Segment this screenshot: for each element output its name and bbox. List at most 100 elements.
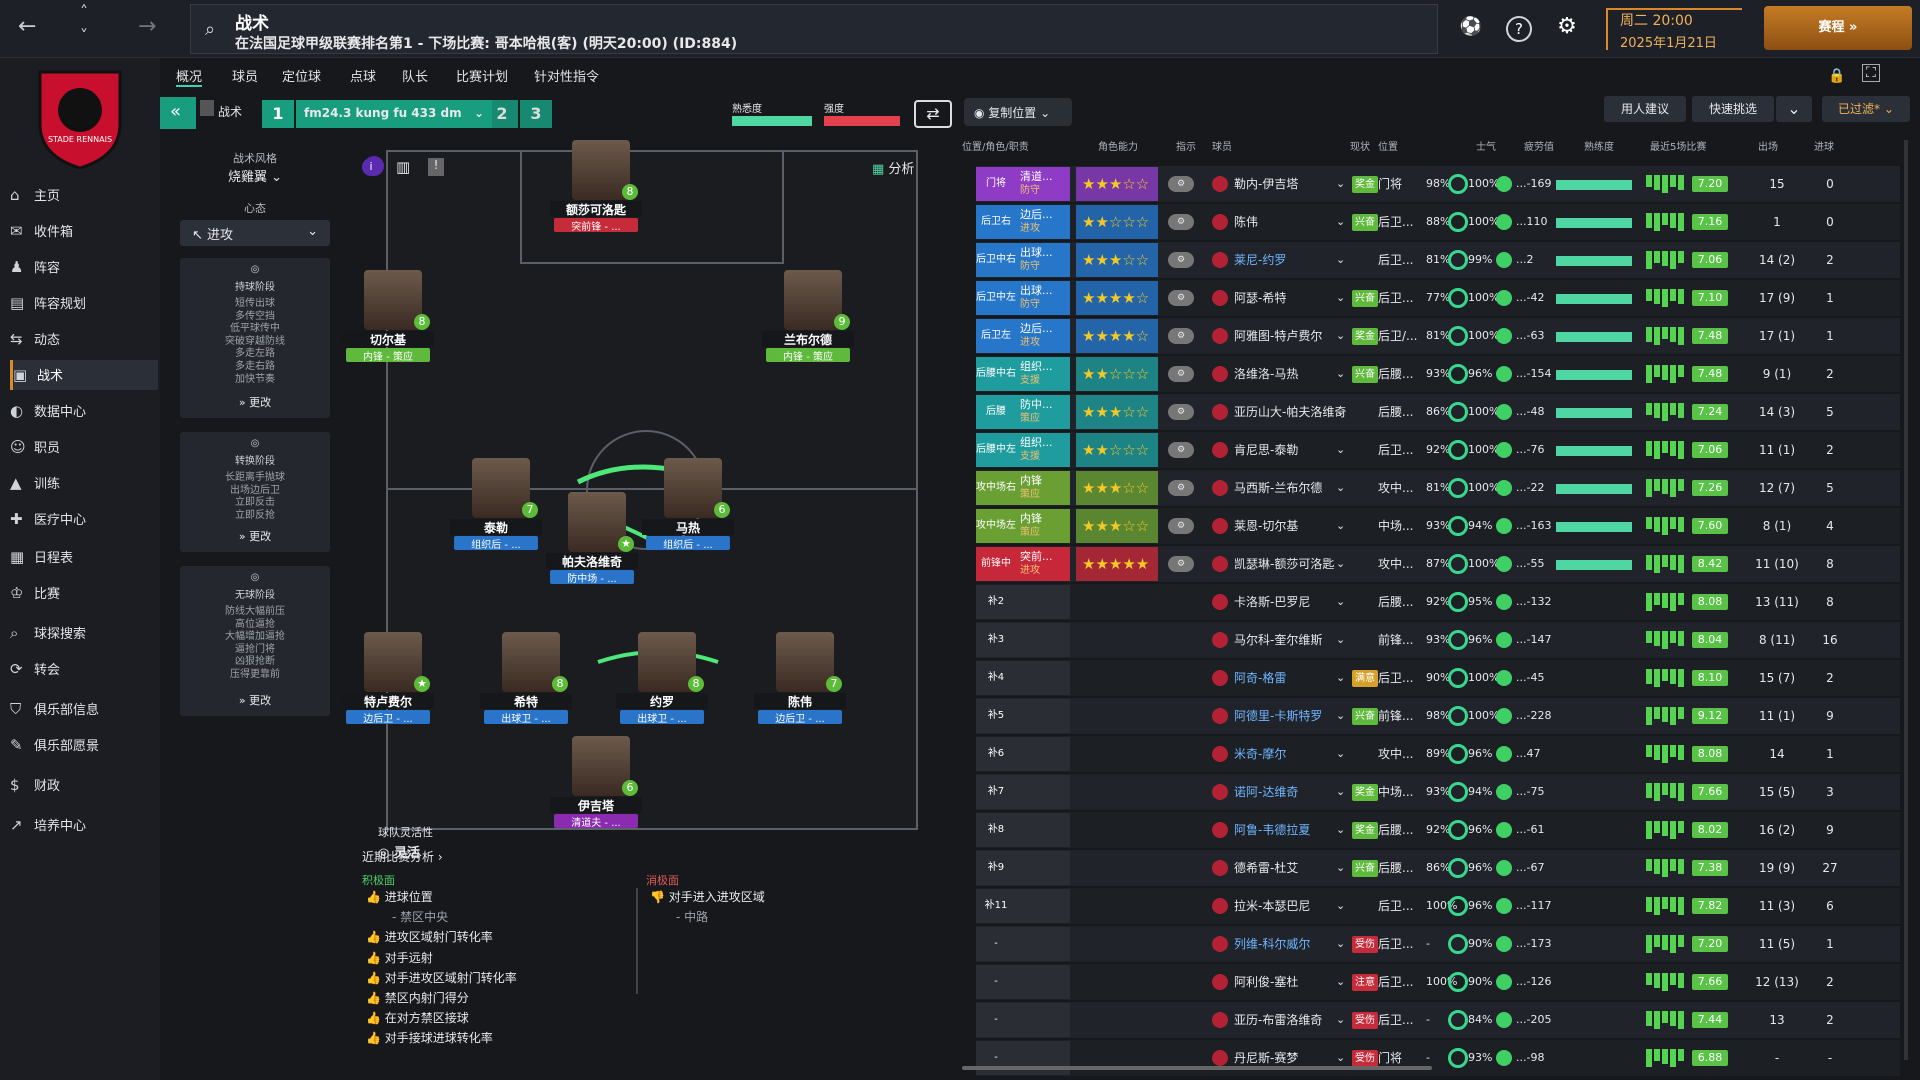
chevron-down-icon[interactable]: ⌄ [1336, 850, 1345, 886]
tab-4[interactable]: 点球 [350, 66, 376, 85]
tab-2[interactable]: 球员 [232, 66, 258, 85]
sidebar-item-15[interactable]: ⛉ 俱乐部信息 [10, 694, 158, 724]
pitch-player[interactable]: 9 兰布尔德 内锋 - 策应 [762, 270, 854, 370]
sidebar-item-12[interactable]: ♔ 比赛 [10, 578, 158, 608]
chevron-down-icon[interactable]: ⌄ [1336, 1002, 1345, 1038]
instructions-toggle-icon[interactable]: ⚙ [1168, 328, 1194, 344]
quick-pick-button[interactable]: 快速挑选 [1692, 96, 1774, 122]
column-header[interactable]: 疲劳值 [1524, 138, 1554, 153]
table-row[interactable]: 后卫左 边后... 进攻 ★★★★☆ ⚙ 阿雅图-特卢费尔 ⌄ 奖金 后卫/... 81% 100%… [976, 318, 1900, 354]
horizontal-scrollbar[interactable] [962, 1066, 1432, 1070]
chevron-up-icon[interactable]: ˄ [80, 2, 88, 21]
table-row[interactable]: 后腰中左 组织... 支援 ★★☆☆☆ ⚙ 肯尼思-泰勒 ⌄ 后卫... 92% 100% ...-… [976, 432, 1900, 468]
player-role[interactable]: 内锋 - 策应 [766, 348, 850, 363]
chevron-down-icon[interactable]: ⌄ [1336, 964, 1345, 1000]
sidebar-item-6[interactable]: ▣ 战术 [10, 360, 158, 390]
player-role[interactable]: 突前锋 - ... [554, 218, 638, 233]
table-row[interactable]: 后腰 防中... 策应 ★★★☆☆ ⚙ 亚历山大-帕夫洛维奇 ⌄ 后腰... 86% 100%..… [976, 394, 1900, 430]
swap-icon[interactable]: ⇄ [914, 100, 952, 128]
pitch-player[interactable]: 8 希特 出球卫 - ... [480, 632, 572, 732]
instructions-toggle-icon[interactable]: ⚙ [1168, 214, 1194, 230]
in-possession-card[interactable]: ◎ 持球阶段 短传出球 多传空挡 低平球传中 突破穿越防线 多走左路 多走右路 加快节奏» 更改 [180, 258, 330, 418]
table-row[interactable]: - 亚历-布雷洛维奇 ⌄ 受伤 后卫... -84% ...-205 7.44 13 2 [976, 1002, 1900, 1038]
chevron-down-icon[interactable]: ⌄ [1336, 888, 1345, 924]
recommend-button[interactable]: 用人建议 [1604, 96, 1686, 122]
bar-chart-icon[interactable]: ▥ [396, 158, 410, 176]
sidebar-item-13[interactable]: ⌕ 球探搜索 [10, 618, 158, 648]
chevron-down-icon[interactable]: ⌄ [1336, 508, 1345, 544]
mentality-selector[interactable]: ↖ 进攻 ⌄ [180, 220, 330, 246]
player-role[interactable]: 防中场 - ... [550, 570, 634, 585]
column-header[interactable]: 熟练度 [1584, 138, 1614, 153]
role-selector[interactable]: 突前... 进攻 [1016, 547, 1070, 581]
pitch-player[interactable]: 7 陈伟 边后卫 - ... [754, 632, 846, 732]
gear-icon[interactable]: ⚙ [1554, 16, 1580, 42]
chevron-down-icon[interactable]: ⌄ [1336, 584, 1345, 620]
search-bar[interactable]: ⌕ 战术 在法国足球甲级联赛排名第1 - 下场比赛: 哥本哈根(客) (明天20… [190, 4, 1438, 54]
pitch-player[interactable]: 6 伊吉塔 清道夫 - ... [550, 736, 642, 836]
sidebar-item-7[interactable]: ◐ 数据中心 [10, 396, 158, 426]
chevron-down-icon[interactable]: ˅ [80, 26, 88, 45]
column-header[interactable]: 指示 [1176, 138, 1196, 153]
table-row[interactable]: 攻中场左 内锋 策应 ★★★☆☆ ⚙ 莱恩-切尔基 ⌄ 中场... 93% 94% ...-163 7… [976, 508, 1900, 544]
chevron-down-icon[interactable]: ⌄ [1336, 1040, 1345, 1076]
chevron-down-icon[interactable]: ⌄ [1336, 318, 1345, 354]
change-button[interactable]: » 更改 [180, 528, 330, 544]
chevron-down-icon[interactable]: ⌄ [1336, 774, 1345, 810]
column-header[interactable]: 角色能力 [1098, 138, 1138, 153]
sidebar-item-8[interactable]: ☺ 职员 [10, 432, 158, 462]
instructions-icon[interactable]: ! [428, 158, 444, 176]
table-row[interactable]: 前锋中 突前... 进攻 ★★★★★ ⚙ 凯瑟琳-额莎可洛匙 ⌄ 攻中... 87% 100%..… [976, 546, 1900, 582]
back-arrow-icon[interactable]: ← [18, 14, 36, 39]
instructions-toggle-icon[interactable]: ⚙ [1168, 556, 1194, 572]
chevron-down-icon[interactable]: ⌄ [1336, 736, 1345, 772]
player-role[interactable]: 内锋 - 策应 [346, 348, 430, 363]
player-role[interactable]: 边后卫 - ... [758, 710, 842, 725]
player-role[interactable]: 组织后 - ... [454, 536, 538, 551]
chevron-down-icon[interactable]: ⌄ [1336, 470, 1345, 506]
chevron-down-icon[interactable]: ⌄ [1336, 698, 1345, 734]
sidebar-item-14[interactable]: ⟳ 转会 [10, 654, 158, 684]
table-row[interactable]: 门将 清道... 防守 ★★★☆☆ ⚙ 勒内-伊吉塔 ⌄ 奖金 门将 98% 100% ...-169… [976, 166, 1900, 202]
role-selector[interactable]: 边后... 进攻 [1016, 205, 1070, 239]
role-selector[interactable]: 出球... 防守 [1016, 281, 1070, 315]
tactic-selector[interactable]: fm24.3 kung fu 433 dm ⌄ [296, 100, 492, 128]
continue-button[interactable]: 赛程 » [1764, 6, 1912, 50]
role-selector[interactable]: 内锋 策应 [1016, 509, 1070, 543]
role-selector[interactable]: 内锋 策应 [1016, 471, 1070, 505]
sidebar-item-1[interactable]: ⌂ 主页 [10, 180, 158, 210]
instructions-toggle-icon[interactable]: ⚙ [1168, 518, 1194, 534]
chevron-down-icon[interactable]: ⌄ [1336, 812, 1345, 848]
table-row[interactable]: 后卫中左 出球... 防守 ★★★★☆ ⚙ 阿瑟-希特 ⌄ 兴奋 后卫... 77% 100%...… [976, 280, 1900, 316]
column-header[interactable]: 进球 [1814, 138, 1834, 153]
copy-position-button[interactable]: ◉ 复制位置 ⌄ [964, 98, 1072, 126]
out-of-possession-card[interactable]: ◎ 无球阶段 防线大幅前压 高位逼抢 大幅增加逼抢 逼抢门将 凶狠抢断 压得更靠前» 更改 [180, 566, 330, 716]
column-header[interactable]: 士气 [1476, 138, 1496, 153]
tab-5[interactable]: 队长 [402, 66, 428, 85]
sidebar-item-11[interactable]: ▦ 日程表 [10, 542, 158, 572]
table-row[interactable]: 后卫中右 出球... 防守 ★★★☆☆ ⚙ 莱尼-约罗 ⌄ 后卫... 81% 99% ...2 7.… [976, 242, 1900, 278]
column-header[interactable]: 位置/角色/职责 [962, 138, 1029, 153]
table-row[interactable]: 补11 拉米-本瑟巴尼 ⌄ 后卫... 100% 96% ...-117 7.82 11 (3)… [976, 888, 1900, 924]
instructions-toggle-icon[interactable]: ⚙ [1168, 480, 1194, 496]
tab-3[interactable]: 定位球 [282, 66, 321, 85]
chevron-down-icon[interactable]: ⌄ [1336, 622, 1345, 658]
table-row[interactable]: - 阿利俊-塞杜 ⌄ 注意 后卫... 100% 90% ...-126 7.66 12 (13)… [976, 964, 1900, 1000]
change-button[interactable]: » 更改 [180, 394, 330, 410]
chevron-down-icon[interactable]: ⌄ [1336, 394, 1345, 430]
chevron-down-icon[interactable]: ⌄ [1336, 356, 1345, 392]
player-role[interactable]: 出球卫 - ... [620, 710, 704, 725]
player-role[interactable]: 边后卫 - ... [346, 710, 430, 725]
player-role[interactable]: 组织后 - ... [646, 536, 730, 551]
instructions-toggle-icon[interactable]: ⚙ [1168, 404, 1194, 420]
table-row[interactable]: - 列维-科尔威尔 ⌄ 受伤 后卫... -90% ...-173 7.20 11 (5) 1 [976, 926, 1900, 962]
tab-7[interactable]: 针对性指令 [534, 66, 599, 85]
player-role[interactable]: 出球卫 - ... [484, 710, 568, 725]
sidebar-item-3[interactable]: ♟ 阵容 [10, 252, 158, 282]
chevron-down-icon[interactable]: ⌄ [1336, 204, 1345, 240]
style-value[interactable]: 烧雞翼 ⌄ [180, 166, 330, 185]
chevron-down-icon[interactable]: ⌄ [1336, 432, 1345, 468]
role-selector[interactable]: 防中... 策应 [1016, 395, 1070, 429]
pitch-player[interactable]: 8 额莎可洛匙 突前锋 - ... [550, 140, 642, 240]
instructions-toggle-icon[interactable]: ⚙ [1168, 366, 1194, 382]
